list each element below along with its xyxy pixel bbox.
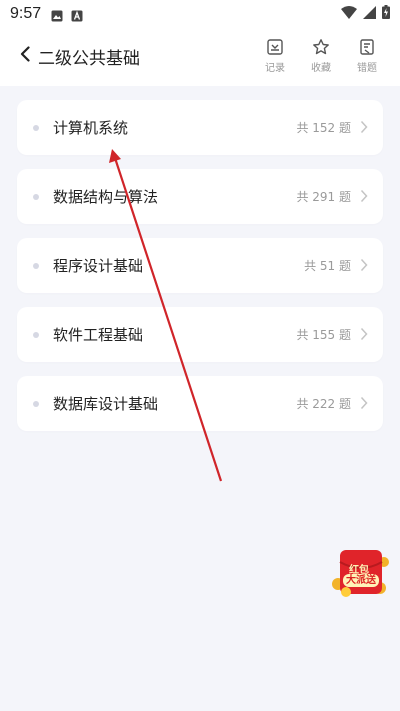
signal-icon	[363, 5, 376, 23]
wifi-icon	[341, 5, 357, 23]
header-bar: 二级公共基础 记录 收藏 错题	[0, 28, 400, 86]
record-button[interactable]: 记录	[260, 38, 290, 74]
red-envelope-subtitle: 大派送	[343, 574, 379, 587]
chapter-item-data-structures[interactable]: 数据结构与算法 共 291 题	[17, 169, 383, 224]
chapter-title: 软件工程基础	[53, 326, 144, 344]
record-icon	[267, 39, 283, 55]
bullet-dot	[33, 331, 39, 338]
question-count: 共 155 题	[296, 328, 351, 342]
favorites-label: 收藏	[311, 63, 331, 74]
gallery-notification-icon	[51, 8, 63, 22]
chapter-item-software-engineering[interactable]: 软件工程基础 共 155 题	[17, 307, 383, 362]
favorites-button[interactable]: 收藏	[306, 38, 336, 74]
status-bar: 9:57	[0, 0, 400, 28]
page-title: 二级公共基础	[38, 49, 140, 69]
chevron-left-icon	[20, 46, 30, 62]
question-count: 共 222 题	[296, 397, 351, 411]
chevron-right-icon	[360, 396, 368, 410]
bullet-dot	[33, 400, 39, 407]
chevron-right-icon	[360, 189, 368, 203]
chevron-right-icon	[360, 258, 368, 272]
question-count: 共 51 题	[304, 259, 351, 273]
chapter-title: 数据库设计基础	[53, 395, 159, 413]
wrong-questions-button[interactable]: 错题	[352, 38, 382, 74]
back-button[interactable]	[16, 43, 34, 65]
wrong-questions-icon	[360, 39, 374, 55]
wrong-questions-label: 错题	[357, 63, 377, 74]
question-count: 共 152 题	[296, 121, 351, 135]
record-label: 记录	[265, 63, 285, 74]
font-notification-icon	[71, 8, 83, 22]
chevron-right-icon	[360, 120, 368, 134]
status-time: 9:57	[10, 5, 42, 22]
chapter-title: 程序设计基础	[53, 257, 144, 275]
bullet-dot	[33, 262, 39, 269]
battery-icon	[382, 5, 390, 23]
bullet-dot	[33, 193, 39, 200]
chapter-list: 计算机系统 共 152 题 数据结构与算法 共 291 题 程序设计基础 共 5…	[17, 100, 383, 445]
star-icon	[313, 39, 329, 55]
chapter-item-programming-basics[interactable]: 程序设计基础 共 51 题	[17, 238, 383, 293]
chapter-item-database-design[interactable]: 数据库设计基础 共 222 题	[17, 376, 383, 431]
bullet-dot	[33, 124, 39, 131]
question-count: 共 291 题	[296, 190, 351, 204]
chapter-item-computer-system[interactable]: 计算机系统 共 152 题	[17, 100, 383, 155]
red-envelope-promo[interactable]: 红包 大派送	[332, 548, 390, 598]
chevron-right-icon	[360, 327, 368, 341]
chapter-title: 数据结构与算法	[53, 188, 159, 206]
header-toolbar: 记录 收藏 错题	[260, 38, 382, 74]
chapter-title: 计算机系统	[53, 119, 129, 137]
